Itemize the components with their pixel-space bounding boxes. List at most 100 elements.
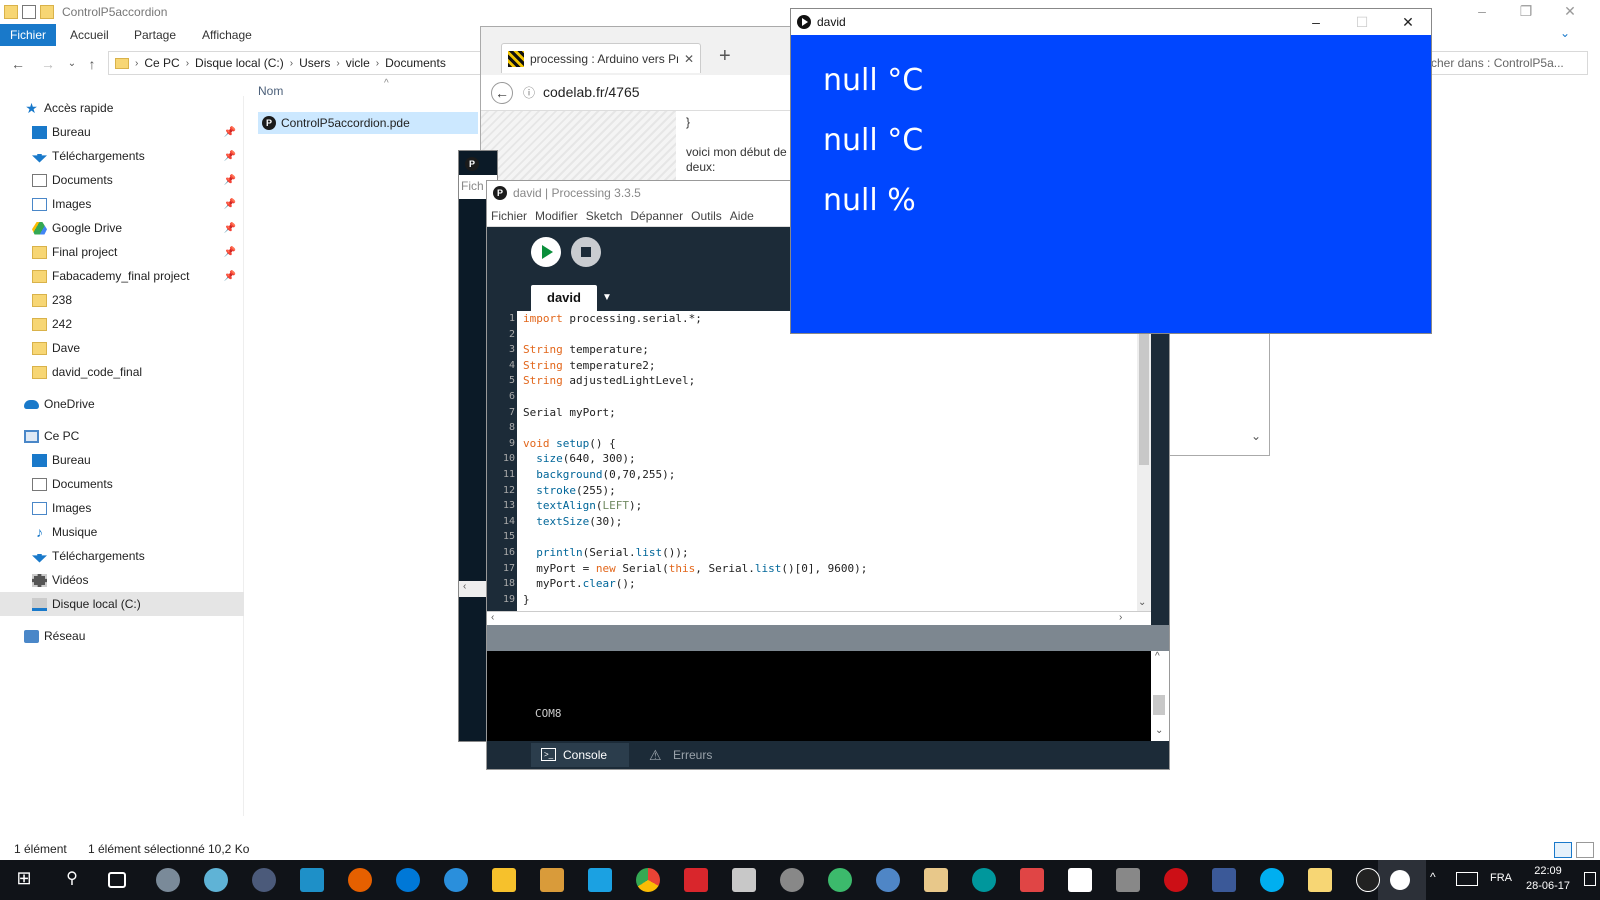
new-folder-icon[interactable] [40,5,54,19]
app-icon[interactable] [540,868,564,892]
ribbon-tab-home[interactable]: Accueil [70,24,109,46]
sidebar-item-downloads[interactable]: Téléchargements 📌 [0,144,244,168]
code-editor[interactable]: import processing.serial.*; String temper… [517,311,1137,611]
menu-debug[interactable]: Dépanner [630,209,683,223]
file-explorer-icon[interactable] [1308,868,1332,892]
sidebar-item-network[interactable]: Réseau [0,624,244,648]
app-icon[interactable] [1116,868,1140,892]
sidebar-item-pc-downloads[interactable]: Téléchargements [0,544,244,568]
skype-icon[interactable] [1260,868,1284,892]
app-icon[interactable] [1020,868,1044,892]
minimize-button[interactable]: – [1293,9,1339,35]
back-arrow-icon[interactable]: ← [491,81,513,104]
sidebar-item-242[interactable]: 242 [0,312,244,336]
menu-help[interactable]: Aide [730,209,754,223]
sidebar-item-238[interactable]: 238 [0,288,244,312]
app-icon[interactable] [732,868,756,892]
app-icon[interactable] [684,868,708,892]
close-button[interactable]: ✕ [1548,0,1592,22]
language-indicator[interactable]: FRA [1490,872,1512,884]
close-tab-icon[interactable]: ✕ [684,52,694,66]
minimize-button[interactable]: – [1460,0,1504,22]
editor-horizontal-scrollbar[interactable]: ‹ › [487,611,1151,625]
system-clock[interactable]: 22:09 28-06-17 [1518,864,1578,894]
sidebar-item-this-pc[interactable]: Ce PC [0,424,244,448]
show-hidden-icons-icon[interactable]: ^ [1430,870,1436,884]
large-icons-view-icon[interactable] [1576,842,1594,858]
breadcrumb-item[interactable]: Ce PC [144,56,179,70]
app-icon[interactable] [780,868,804,892]
app-icon[interactable] [156,868,180,892]
sidebar-item-quick-access[interactable]: ★ Accès rapide [0,96,244,120]
scroll-down-icon[interactable]: ⌄ [1251,429,1261,443]
task-view-icon[interactable] [108,872,126,888]
back-arrow-icon[interactable]: ← [8,54,28,74]
restore-button[interactable]: ❐ [1504,0,1548,22]
breadcrumb-item[interactable]: Users [299,56,330,70]
app-icon[interactable] [204,868,228,892]
breadcrumb-item[interactable]: vicle [346,56,370,70]
menu-tools[interactable]: Outils [691,209,722,223]
sidebar-item-pc-desktop[interactable]: Bureau [0,448,244,472]
edge-icon[interactable] [396,868,420,892]
ribbon-tab-file[interactable]: Fichier [0,24,56,46]
menu-edit[interactable]: Modifier [535,209,578,223]
app-icon[interactable] [876,868,900,892]
file-row[interactable]: P ControlP5accordion.pde [258,112,478,134]
close-button[interactable]: ✕ [1385,9,1431,35]
scroll-left-icon[interactable]: ‹ [491,612,494,623]
menu-file[interactable]: Fichier [491,209,527,223]
forward-arrow-icon[interactable]: → [38,54,58,74]
up-arrow-icon[interactable]: ↑ [82,54,102,74]
details-view-icon[interactable] [1554,842,1572,858]
store-icon[interactable] [1068,868,1092,892]
recent-locations-icon[interactable]: ⌄ [62,54,82,74]
start-windows-icon[interactable]: ⊞ [12,868,36,892]
opera-icon[interactable] [1164,868,1188,892]
run-button[interactable] [531,237,561,267]
ribbon-tab-view[interactable]: Affichage [202,24,252,46]
keyboard-icon[interactable] [1456,872,1478,886]
app-icon[interactable] [252,868,276,892]
sketch-tab[interactable]: david [531,285,597,311]
scroll-down-icon[interactable]: ⌄ [1155,725,1163,736]
ribbon-tab-share[interactable]: Partage [134,24,176,46]
app-icon[interactable] [300,868,324,892]
sidebar-item-images[interactable]: Images 📌 [0,192,244,216]
sidebar-item-documents[interactable]: Documents 📌 [0,168,244,192]
breadcrumb-item[interactable]: Disque local (C:) [195,56,284,70]
url-bar[interactable]: ⓘ codelab.fr/4765 [523,84,640,101]
sidebar-item-desktop[interactable]: Bureau 📌 [0,120,244,144]
sidebar-item-google-drive[interactable]: Google Drive 📌 [0,216,244,240]
scroll-down-icon[interactable]: ⌄ [1138,597,1146,608]
processing-icon[interactable] [1356,868,1380,892]
sidebar-item-final-project[interactable]: Final project 📌 [0,240,244,264]
breadcrumb-item[interactable]: Documents [385,56,446,70]
new-tab-icon[interactable]: + [719,45,731,68]
ribbon-expand-icon[interactable]: ⌄ [1560,26,1570,40]
scroll-up-icon[interactable]: ^ [1155,651,1160,662]
sidebar-item-fabacademy[interactable]: Fabacademy_final project 📌 [0,264,244,288]
sidebar-item-dave[interactable]: Dave [0,336,244,360]
app-icon[interactable] [492,868,516,892]
app-icon[interactable] [588,868,612,892]
tab-menu-icon[interactable]: ▼ [597,285,617,311]
sidebar-item-local-disk[interactable]: Disque local (C:) [0,592,244,616]
sidebar-item-pc-images[interactable]: Images [0,496,244,520]
firefox-icon[interactable] [348,868,372,892]
arduino-icon[interactable] [972,868,996,892]
sidebar-item-onedrive[interactable]: OneDrive [0,392,244,416]
console-scroll-thumb[interactable] [1153,695,1165,715]
menu-sketch[interactable]: Sketch [586,209,623,223]
stop-button[interactable] [571,237,601,267]
console-divider[interactable] [487,625,1169,651]
app-icon[interactable] [924,868,948,892]
sidebar-item-pc-videos[interactable]: Vidéos [0,568,244,592]
maximize-button[interactable]: ☐ [1339,9,1385,35]
sidebar-item-david-code-final[interactable]: david_code_final [0,360,244,384]
facebook-icon[interactable] [1212,868,1236,892]
editor-scroll-thumb[interactable] [1139,315,1149,465]
scroll-right-icon[interactable]: › [1119,612,1122,623]
app-icon[interactable] [444,868,468,892]
sidebar-item-pc-documents[interactable]: Documents [0,472,244,496]
